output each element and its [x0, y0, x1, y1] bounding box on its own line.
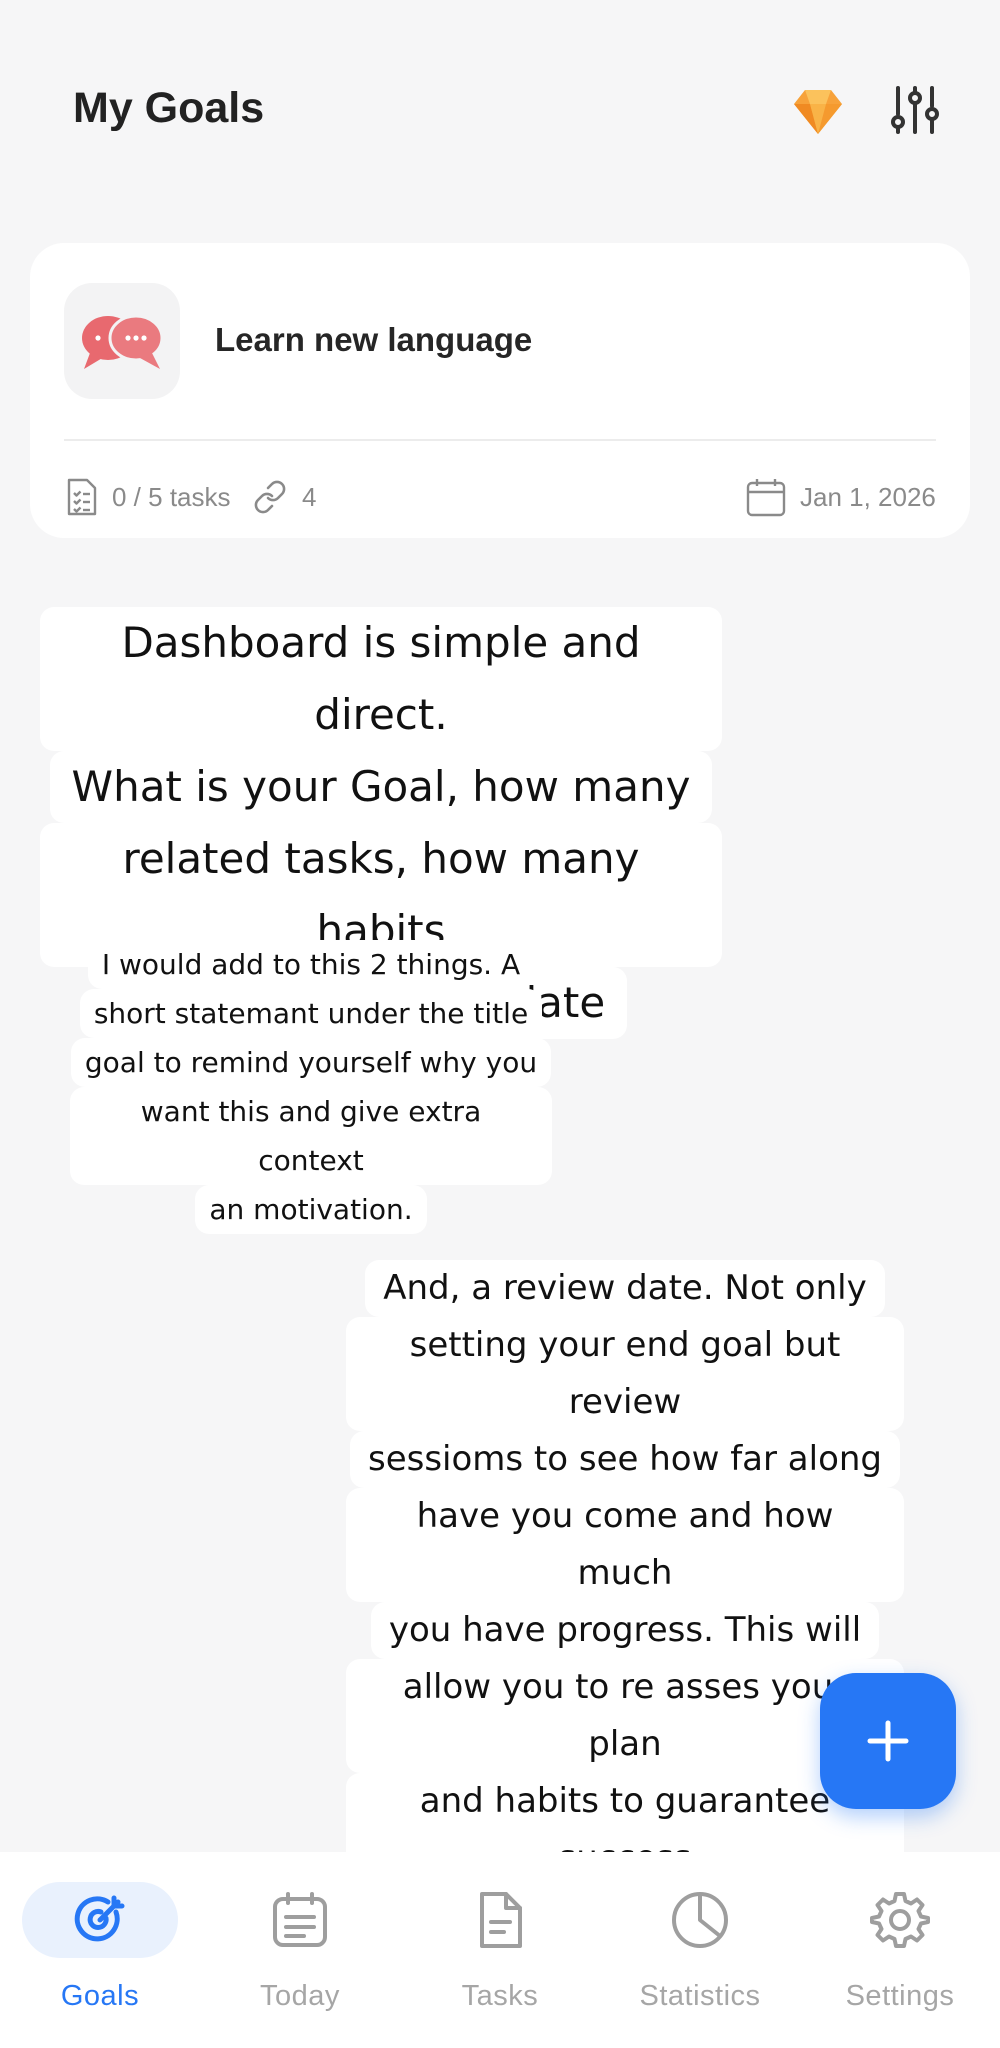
- date-meta: Jan 1, 2026: [746, 475, 936, 519]
- sliders-icon[interactable]: [890, 84, 940, 141]
- note-line: have you come and how much: [346, 1488, 904, 1602]
- nav-item-settings[interactable]: Settings: [800, 1852, 1000, 2048]
- diamond-icon[interactable]: [793, 88, 843, 141]
- nav-item-tasks[interactable]: Tasks: [400, 1852, 600, 2048]
- note-line: want this and give extra context: [70, 1087, 552, 1185]
- nav-label: Settings: [845, 1980, 955, 2012]
- annotation-note-3: And, a review date. Not only setting you…: [346, 1260, 904, 1887]
- goal-card[interactable]: Learn new language 0 / 5 tasks 4 Jan 1, …: [30, 243, 970, 538]
- card-divider: [64, 439, 936, 441]
- note-line: What is your Goal, how many: [49, 751, 713, 823]
- habits-count: 4: [302, 481, 317, 512]
- nav-label: Goals: [60, 1980, 140, 2012]
- goal-date: Jan 1, 2026: [800, 481, 936, 512]
- plus-icon: [867, 1720, 909, 1762]
- note-line: I would add to this 2 things. A: [87, 940, 535, 989]
- habits-meta: 4: [252, 475, 316, 519]
- calendar-icon: [273, 1892, 327, 1947]
- chat-bubbles-icon: [82, 314, 164, 369]
- checklist-icon: [67, 478, 97, 516]
- note-line: short statemant under the title: [79, 989, 543, 1038]
- note-line: an motivation.: [195, 1185, 427, 1234]
- note-line: setting your end goal but review: [346, 1317, 904, 1431]
- nav-item-goals[interactable]: Goals: [0, 1852, 200, 2048]
- document-icon: [480, 1892, 522, 1948]
- target-icon: [74, 1895, 125, 1942]
- calendar-icon: [746, 479, 786, 517]
- annotation-note-2: I would add to this 2 things. A short st…: [70, 940, 552, 1234]
- add-goal-button[interactable]: [820, 1673, 956, 1809]
- nav-label: Today: [260, 1980, 340, 2012]
- note-line: And, a review date. Not only: [365, 1260, 885, 1317]
- note-line: goal to remind yourself why you: [70, 1038, 552, 1087]
- bottom-nav: Goals Today Tasks Statistics Settings: [0, 1852, 1000, 2048]
- pie-chart-icon: [672, 1892, 728, 1948]
- goal-title: Learn new language: [215, 321, 533, 358]
- nav-item-statistics[interactable]: Statistics: [600, 1852, 800, 2048]
- note-line: you have progress. This will: [370, 1602, 880, 1659]
- link-icon: [254, 480, 286, 514]
- gear-icon: [870, 1892, 930, 1948]
- tasks-count: 0 / 5 tasks: [112, 481, 231, 512]
- page-title: My Goals: [73, 84, 265, 132]
- tasks-meta: 0 / 5 tasks: [66, 475, 231, 519]
- note-line: Dashboard is simple and direct.: [40, 607, 722, 751]
- nav-item-today[interactable]: Today: [200, 1852, 400, 2048]
- note-line: sessioms to see how far along: [349, 1431, 901, 1488]
- nav-label: Tasks: [461, 1980, 539, 2012]
- goal-icon-container: [64, 283, 180, 399]
- nav-label: Statistics: [639, 1980, 761, 2012]
